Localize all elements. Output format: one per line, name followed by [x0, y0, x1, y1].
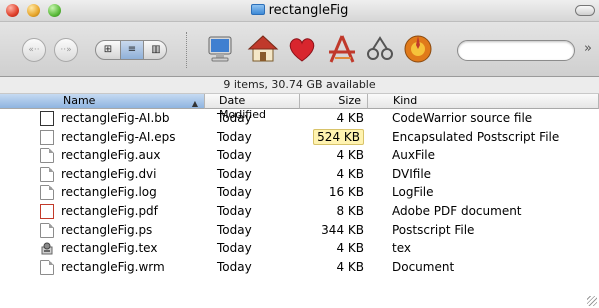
file-size: 4 KB — [300, 258, 364, 276]
document-icon — [40, 166, 54, 182]
file-row[interactable]: rectangleFig.pdf Today 8 KB Adobe PDF do… — [0, 202, 599, 221]
file-date: Today — [217, 185, 252, 200]
file-name: rectangleFig.dvi — [61, 166, 157, 181]
document-icon — [40, 259, 54, 275]
file-size-value: 4 KB — [336, 241, 364, 256]
file-name: rectangleFig.tex — [61, 241, 158, 256]
file-row[interactable]: rectangleFig.tex Today 4 KB tex — [0, 239, 599, 258]
eps-file-icon — [40, 129, 54, 145]
column-header-kind-label: Kind — [393, 94, 418, 107]
file-date: Today — [217, 166, 252, 181]
forward-arrow-icon: ··» — [60, 45, 72, 55]
file-kind: Postscript File — [392, 222, 475, 237]
file-size: 344 KB — [300, 221, 364, 239]
file-size-value: 4 KB — [336, 166, 364, 181]
document-icon — [40, 148, 54, 164]
back-button[interactable]: «·· — [22, 38, 46, 62]
file-row[interactable]: rectangleFig-AI.eps Today 524 KB Encapsu… — [0, 128, 599, 147]
file-name: rectangleFig-AI.bb — [61, 111, 170, 125]
toolbar: «·· ··» ⊞ ≡ ▥ » — [0, 22, 599, 77]
column-header-kind[interactable]: Kind — [368, 94, 599, 109]
column-header-size-label: Size — [338, 94, 361, 107]
toolbar-overflow-icon[interactable]: » — [584, 41, 592, 56]
column-header-size[interactable]: Size — [300, 94, 368, 109]
file-kind: LogFile — [392, 185, 434, 200]
file-row[interactable]: rectangleFig.ps Today 344 KB Postscript … — [0, 221, 599, 240]
file-date: Today — [217, 129, 252, 144]
file-name: rectangleFig.ps — [61, 222, 153, 237]
forward-button[interactable]: ··» — [54, 38, 78, 62]
window-title: rectangleFig — [0, 3, 599, 18]
document-icon — [40, 185, 54, 201]
file-size: 16 KB — [300, 183, 364, 201]
list-view-icon[interactable]: ≡ — [120, 41, 144, 59]
column-header-name[interactable]: Name ▲ — [0, 94, 205, 109]
file-date: Today — [217, 203, 252, 218]
file-size-value: 16 KB — [328, 185, 364, 200]
pdf-file-icon — [40, 203, 54, 219]
codewarrior-file-icon — [40, 111, 54, 126]
applications-icon[interactable] — [325, 32, 359, 66]
resize-handle[interactable] — [587, 296, 597, 306]
file-name: rectangleFig.log — [61, 185, 157, 200]
column-header-date[interactable]: Date Modified — [205, 94, 300, 121]
file-name: rectangleFig.aux — [61, 148, 161, 163]
file-size-value: 4 KB — [336, 148, 364, 163]
file-size-value: 8 KB — [336, 203, 364, 218]
utilities-icon[interactable] — [363, 32, 397, 66]
file-row[interactable]: rectangleFig.dvi Today 4 KB DVIfile — [0, 165, 599, 184]
icon-view-icon[interactable]: ⊞ — [96, 41, 120, 59]
file-name: rectangleFig-AI.eps — [61, 129, 176, 144]
orange-app-icon[interactable] — [401, 32, 435, 66]
file-kind: tex — [392, 241, 411, 256]
file-kind: Encapsulated Postscript File — [392, 129, 560, 144]
toolbar-toggle-button[interactable] — [575, 5, 595, 16]
status-bar: 9 items, 30.74 GB available — [0, 77, 599, 94]
status-text: 9 items, 30.74 GB available — [223, 78, 376, 91]
folder-icon — [250, 4, 265, 15]
file-size: 8 KB — [300, 202, 364, 220]
file-kind: Adobe PDF document — [392, 203, 522, 218]
search-input[interactable] — [457, 40, 575, 61]
file-size-value: 4 KB — [336, 259, 364, 274]
file-size-value: 524 KB — [313, 128, 364, 145]
file-date: Today — [217, 222, 252, 237]
file-size: 4 KB — [300, 239, 364, 257]
file-date: Today — [217, 148, 252, 163]
file-date: Today — [217, 259, 252, 274]
file-size: 4 KB — [300, 109, 364, 127]
toolbar-separator — [186, 32, 187, 68]
column-header: Name ▲ Date Modified Size Kind — [0, 94, 599, 121]
file-list: rectangleFig-AI.bb Today 4 KB CodeWarrio… — [0, 109, 599, 276]
file-row[interactable]: rectangleFig.log Today 16 KB LogFile — [0, 183, 599, 202]
file-size: 4 KB — [300, 146, 364, 164]
file-kind: CodeWarrior source file — [392, 111, 533, 125]
file-size-value: 4 KB — [336, 111, 364, 125]
file-size-value: 344 KB — [321, 222, 364, 237]
title-bar: rectangleFig — [0, 0, 599, 22]
file-kind: AuxFile — [392, 148, 435, 163]
file-date: Today — [217, 111, 252, 125]
file-name: rectangleFig.pdf — [61, 203, 158, 218]
file-name: rectangleFig.wrm — [61, 259, 165, 274]
computer-icon[interactable] — [203, 32, 237, 66]
column-view-icon[interactable]: ▥ — [144, 41, 166, 59]
file-row[interactable]: rectangleFig.wrm Today 4 KB Document — [0, 258, 599, 277]
column-header-name-label: Name — [63, 94, 96, 107]
file-row[interactable]: rectangleFig-AI.bb Today 4 KB CodeWarrio… — [0, 109, 599, 128]
home-icon[interactable] — [246, 32, 280, 66]
file-kind: DVIfile — [392, 166, 432, 181]
file-date: Today — [217, 241, 252, 256]
file-size: 524 KB — [300, 128, 364, 146]
document-icon — [40, 222, 54, 238]
view-mode-selector[interactable]: ⊞ ≡ ▥ — [95, 40, 167, 60]
file-size: 4 KB — [300, 165, 364, 183]
file-kind: Document — [392, 259, 455, 274]
tex-file-glyph — [41, 242, 53, 255]
favorites-icon[interactable] — [285, 32, 319, 66]
window-title-text: rectangleFig — [268, 3, 349, 18]
file-row[interactable]: rectangleFig.aux Today 4 KB AuxFile — [0, 146, 599, 165]
tex-file-icon — [40, 241, 54, 257]
back-arrow-icon: «·· — [28, 45, 40, 55]
